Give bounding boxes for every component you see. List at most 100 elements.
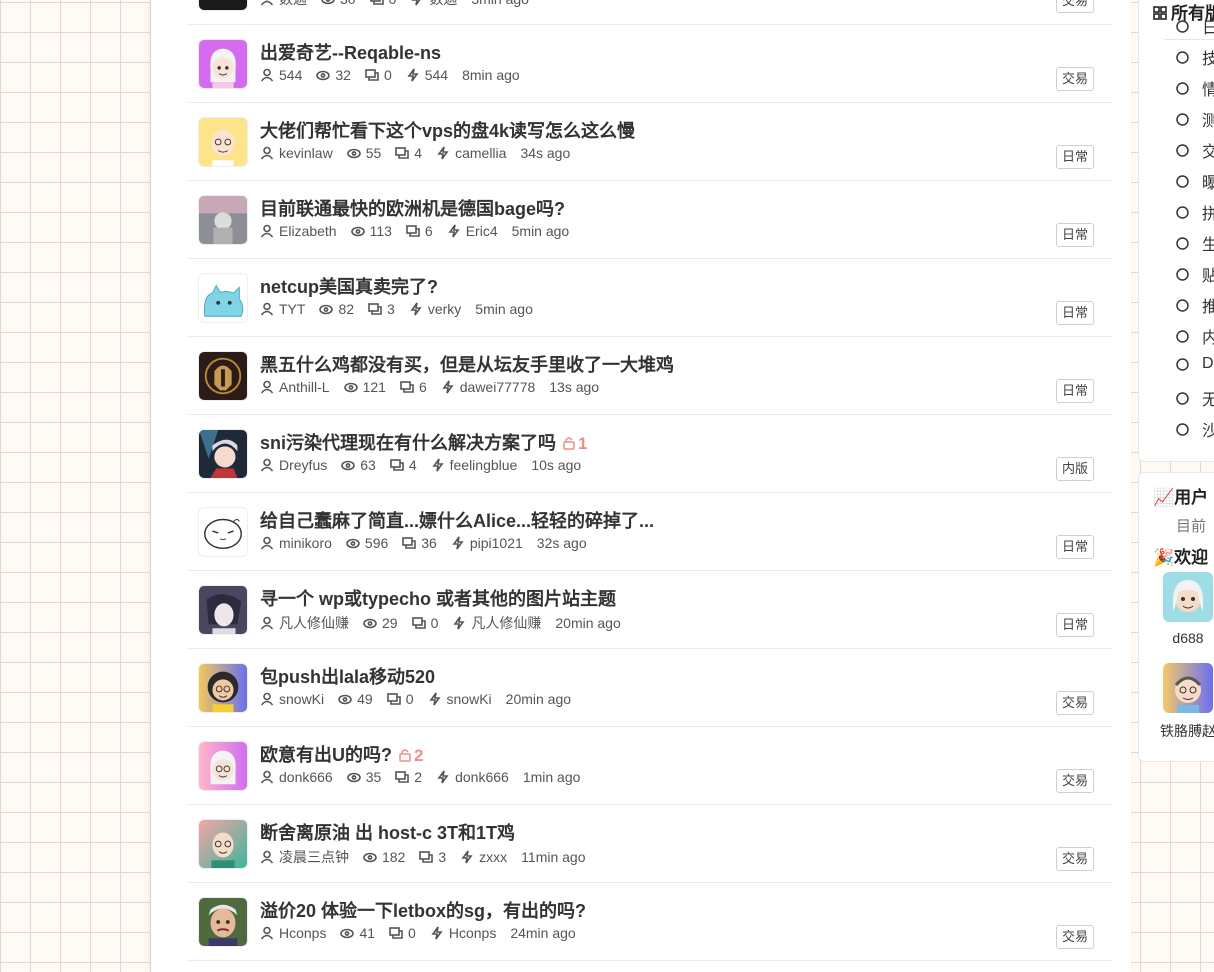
avatar[interactable] — [1163, 663, 1213, 713]
post-author[interactable]: Hconps — [260, 925, 326, 941]
post-last-reply[interactable]: Eric4 — [447, 223, 498, 239]
post-author[interactable]: snowKi — [260, 691, 324, 707]
author-name[interactable]: 544 — [279, 67, 302, 83]
post-last-reply[interactable]: feelingblue — [431, 457, 518, 473]
post-title-text[interactable]: 给自己蠢麻了简直...嫖什么Alice...轻轻的碎掉了... — [260, 511, 654, 531]
post-row[interactable]: 目前联通最快的欧洲机是德国bage吗? Elizabeth 113 6 Eric4 5mi… — [187, 181, 1112, 259]
welcome-user[interactable]: d688 — [1158, 572, 1214, 646]
post-title[interactable]: 给自己蠢麻了简直...嫖什么Alice...轻轻的碎掉了... — [260, 507, 654, 533]
post-title-text[interactable]: 寻一个 wp或typecho 或者其他的图片站主题 — [260, 589, 616, 609]
post-last-reply[interactable]: 数迦 — [410, 0, 457, 9]
category-label[interactable]: 生 — [1202, 231, 1214, 255]
author-name[interactable]: TYT — [279, 301, 305, 317]
avatar[interactable] — [198, 273, 248, 323]
avatar[interactable] — [198, 663, 248, 713]
post-title-text[interactable]: 溢价20 体验一下letbox的sg，有出的吗? — [260, 901, 586, 921]
category-tag[interactable]: 交易 — [1055, 925, 1094, 949]
post-title[interactable]: 欧意有出U的吗? 2 — [260, 741, 423, 767]
post-title[interactable]: 溢价20 体验一下letbox的sg，有出的吗? — [260, 897, 586, 923]
category-item[interactable]: 测 — [1175, 107, 1214, 131]
post-row[interactable]: 断舍离原油 出 host-c 3T和1T鸡 凌晨三点钟 182 3 zxxx 11min … — [187, 805, 1112, 883]
avatar[interactable] — [198, 195, 248, 245]
post-title[interactable]: 出爱奇艺--Reqable-ns — [260, 39, 441, 65]
last-reply-user[interactable]: 544 — [425, 67, 448, 83]
category-label[interactable]: 推 — [1202, 293, 1214, 317]
post-title-text[interactable]: 断舍离原油 出 host-c 3T和1T鸡 — [260, 823, 515, 843]
last-reply-user[interactable]: camellia — [455, 145, 506, 161]
post-author[interactable]: Anthill-L — [260, 379, 330, 395]
post-author[interactable]: Elizabeth — [260, 223, 337, 239]
category-tag[interactable]: 日常 — [1055, 145, 1094, 169]
category-tag[interactable]: 交易 — [1055, 847, 1094, 871]
post-title-text[interactable]: netcup美国真卖完了? — [260, 277, 438, 297]
category-item[interactable]: 曝 — [1175, 169, 1214, 193]
category-label[interactable]: 拼 — [1202, 200, 1214, 224]
post-title-text[interactable]: 大佬们帮忙看下这个vps的盘4k读写怎么这么慢 — [260, 121, 635, 141]
post-title-text[interactable]: sni污染代理现在有什么解决方案了吗 — [260, 433, 556, 453]
category-tag[interactable]: 交易 — [1055, 67, 1094, 91]
post-title[interactable]: 断舍离原油 出 host-c 3T和1T鸡 — [260, 819, 515, 845]
category-item[interactable]: 无 — [1175, 386, 1214, 410]
avatar[interactable] — [198, 585, 248, 635]
last-reply-user[interactable]: donk666 — [455, 769, 509, 785]
category-tag[interactable]: 日常 — [1055, 379, 1094, 403]
category-label[interactable]: 无 — [1202, 386, 1214, 410]
last-reply-user[interactable]: dawei77778 — [460, 379, 536, 395]
post-author[interactable]: Dreyfus — [260, 457, 327, 473]
avatar[interactable] — [198, 39, 248, 89]
category-item[interactable]: 生 — [1175, 231, 1214, 255]
category-tag[interactable]: 交易 — [1055, 769, 1094, 793]
category-tag[interactable]: 内版 — [1055, 457, 1094, 481]
author-name[interactable]: Hconps — [279, 925, 326, 941]
post-title-text[interactable]: 出爱奇艺--Reqable-ns — [260, 43, 441, 63]
category-tag[interactable]: 日常 — [1055, 613, 1094, 637]
last-reply-user[interactable]: 凡人修仙赚 — [471, 613, 541, 633]
post-author[interactable]: 数迦 — [260, 0, 307, 9]
post-author[interactable]: donk666 — [260, 769, 333, 785]
avatar[interactable] — [198, 897, 248, 947]
author-name[interactable]: Elizabeth — [279, 223, 337, 239]
author-name[interactable]: Dreyfus — [279, 457, 327, 473]
author-name[interactable]: Anthill-L — [279, 379, 330, 395]
post-last-reply[interactable]: 544 — [406, 67, 448, 83]
category-item[interactable]: 拼 — [1175, 200, 1214, 224]
avatar[interactable] — [198, 819, 248, 869]
category-item[interactable]: 贴 — [1175, 262, 1214, 286]
post-last-reply[interactable]: Hconps — [430, 925, 496, 941]
category-label[interactable]: 日 — [1202, 14, 1214, 38]
post-row[interactable]: 包push出lala移动520 snowKi 49 0 snowKi 20min ago 交… — [187, 649, 1112, 727]
post-author[interactable]: TYT — [260, 301, 305, 317]
post-author[interactable]: minikoro — [260, 535, 332, 551]
post-author[interactable]: 544 — [260, 67, 302, 83]
post-row[interactable]: 给自己蠢麻了简直...嫖什么Alice...轻轻的碎掉了... minikoro 5… — [187, 493, 1112, 571]
category-tag[interactable]: 日常 — [1055, 223, 1094, 247]
post-last-reply[interactable]: snowKi — [428, 691, 492, 707]
category-item[interactable]: 技 — [1175, 45, 1214, 69]
post-last-reply[interactable]: verky — [409, 301, 461, 317]
last-reply-user[interactable]: feelingblue — [450, 457, 518, 473]
post-row[interactable]: sni污染代理现在有什么解决方案了吗 1 Dreyfus 63 4 feelingblue… — [187, 415, 1112, 493]
post-row[interactable]: 黑五什么鸡都没有买，但是从坛友手里收了一大堆鸡 Anthill-L 121 6 dawe… — [187, 337, 1112, 415]
post-title-text[interactable]: 欧意有出U的吗? — [260, 745, 392, 765]
post-last-reply[interactable]: camellia — [436, 145, 506, 161]
author-name[interactable]: 数迦 — [279, 0, 307, 9]
category-tag[interactable]: 日常 — [1055, 535, 1094, 559]
post-row[interactable]: 溢价20 体验一下letbox的sg，有出的吗? Hconps 41 0 Hconps 2… — [187, 883, 1112, 961]
author-name[interactable]: kevinlaw — [279, 145, 333, 161]
last-reply-user[interactable]: verky — [428, 301, 461, 317]
category-label[interactable]: D — [1202, 355, 1214, 373]
category-item[interactable]: D — [1175, 355, 1214, 373]
category-item[interactable]: 沙 — [1175, 417, 1214, 441]
last-reply-user[interactable]: 数迦 — [429, 0, 457, 9]
avatar[interactable] — [198, 507, 248, 557]
author-name[interactable]: minikoro — [279, 535, 332, 551]
last-reply-user[interactable]: pipi1021 — [470, 535, 523, 551]
last-reply-user[interactable]: Eric4 — [466, 223, 498, 239]
post-last-reply[interactable]: 凡人修仙赚 — [452, 613, 541, 633]
post-row[interactable]: 欧意有出U的吗? 2 donk666 35 2 donk666 1min ago 交易 — [187, 727, 1112, 805]
post-row[interactable]: 寻一个 wp或typecho 或者其他的图片站主题 凡人修仙赚 29 0 凡人修仙赚 20… — [187, 571, 1112, 649]
avatar[interactable] — [198, 741, 248, 791]
avatar[interactable] — [198, 0, 248, 11]
post-last-reply[interactable]: zxxx — [460, 849, 507, 865]
category-label[interactable]: 技 — [1202, 45, 1214, 69]
